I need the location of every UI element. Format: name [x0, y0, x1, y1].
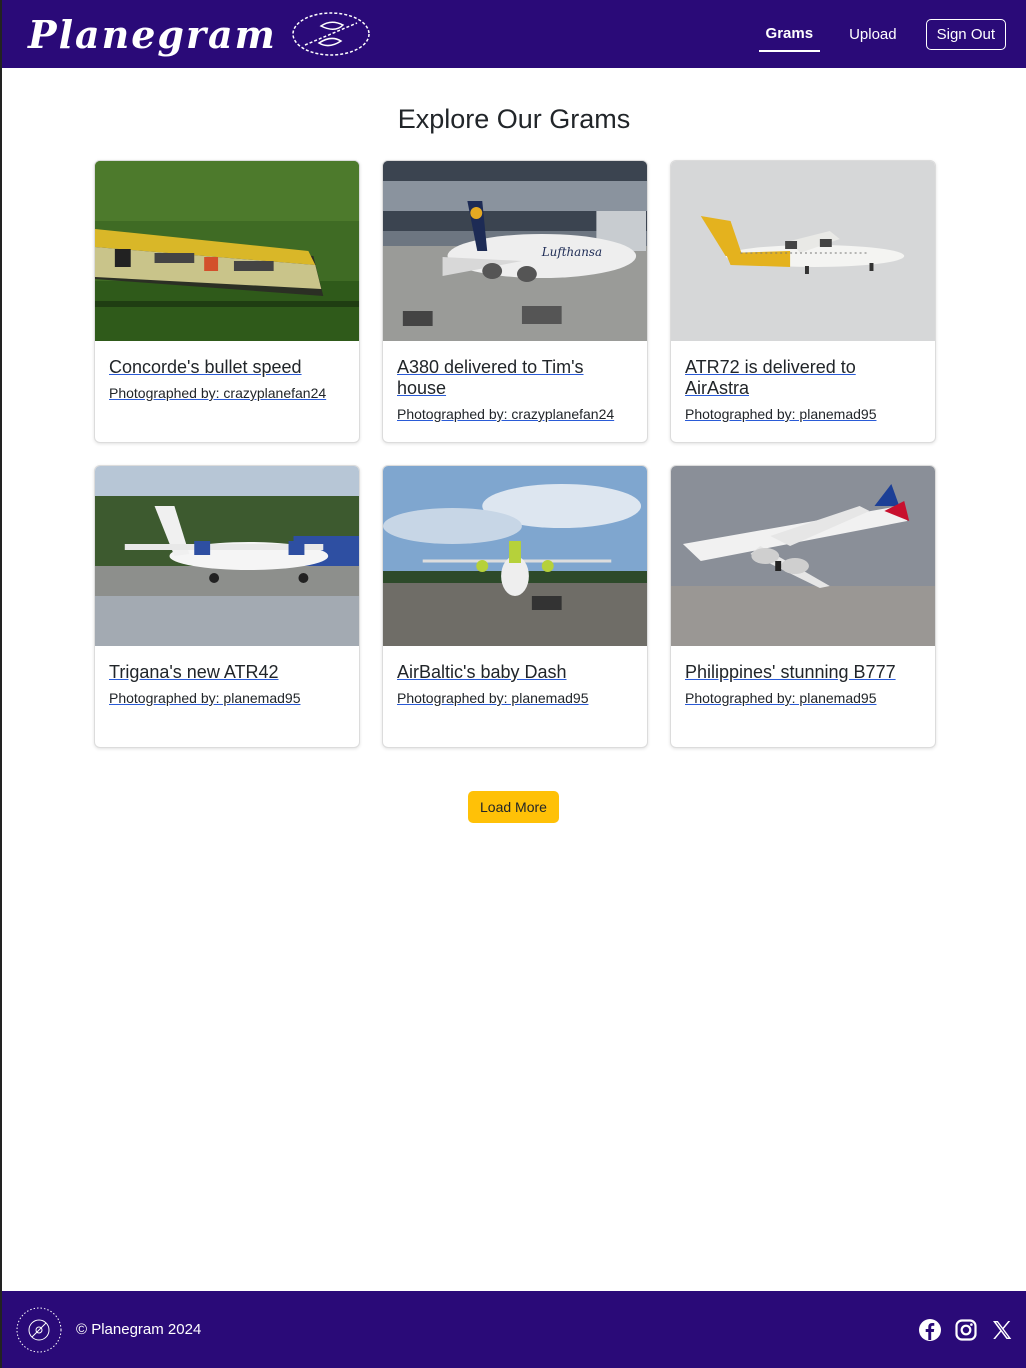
load-more-button[interactable]: Load More: [468, 791, 559, 823]
brand[interactable]: Planegram: [28, 11, 371, 57]
gram-card: Trigana's new ATR42 Photographed by: pla…: [94, 465, 360, 748]
brand-name: Planegram: [28, 11, 277, 57]
social-links: [918, 1318, 1014, 1342]
gram-photo-dash[interactable]: [383, 466, 647, 646]
footer-brand: © Planegram 2024: [14, 1305, 201, 1355]
gram-title[interactable]: A380 delivered to Tim's house: [397, 357, 633, 399]
gram-title[interactable]: AirBaltic's baby Dash: [397, 662, 633, 683]
photographer-link[interactable]: Photographed by: planemad95: [685, 690, 921, 706]
gram-photo-a380[interactable]: Lufthansa: [383, 161, 647, 341]
photographer-link[interactable]: Photographed by: crazyplanefan24: [397, 406, 633, 422]
gram-card: Concorde's bullet speed Photographed by:…: [94, 160, 360, 443]
footer-logo-icon: [16, 1307, 62, 1352]
nav-link-grams[interactable]: Grams: [758, 17, 821, 52]
gram-card: Philippines' stunning B777 Photographed …: [670, 465, 936, 748]
photographer-link[interactable]: Photographed by: crazyplanefan24: [109, 385, 345, 401]
top-navbar: Planegram Grams Upload Sign Out: [2, 0, 1026, 68]
gram-photo-atr42[interactable]: [95, 466, 359, 646]
gram-title[interactable]: Trigana's new ATR42: [109, 662, 345, 683]
gram-photo-train[interactable]: [95, 161, 359, 341]
footer-copyright: © Planegram 2024: [76, 1321, 202, 1338]
facebook-icon[interactable]: [918, 1318, 942, 1342]
gram-card: Lufthansa A380 delivered to Tim's house …: [382, 160, 648, 443]
gram-photo-b777[interactable]: [671, 466, 935, 646]
plane-logo-icon: [292, 12, 370, 56]
photographer-link[interactable]: Photographed by: planemad95: [397, 690, 633, 706]
nav-menu: Grams Upload Sign Out: [758, 17, 1006, 52]
sign-out-button[interactable]: Sign Out: [925, 18, 1006, 50]
nav-link-upload[interactable]: Upload: [842, 18, 904, 51]
gram-title[interactable]: Philippines' stunning B777: [685, 662, 921, 683]
footer: © Planegram 2024: [2, 1291, 1026, 1368]
page-title: Explore Our Grams: [397, 104, 631, 134]
photographer-link[interactable]: Photographed by: planemad95: [109, 690, 345, 706]
gram-title[interactable]: ATR72 is delivered to AirAstra: [685, 357, 921, 399]
gram-card: AirBaltic's baby Dash Photographed by: p…: [382, 465, 648, 748]
gram-title[interactable]: Concorde's bullet speed: [109, 357, 345, 378]
svg-text:Lufthansa: Lufthansa: [541, 245, 602, 259]
grams-grid: Concorde's bullet speed Photographed by:…: [94, 160, 936, 748]
instagram-icon[interactable]: [954, 1318, 978, 1342]
gram-card: ATR72 is delivered to AirAstra Photograp…: [670, 160, 936, 443]
photographer-link[interactable]: Photographed by: planemad95: [685, 406, 921, 422]
gram-photo-atr72[interactable]: [671, 161, 935, 341]
x-icon[interactable]: [990, 1318, 1014, 1342]
